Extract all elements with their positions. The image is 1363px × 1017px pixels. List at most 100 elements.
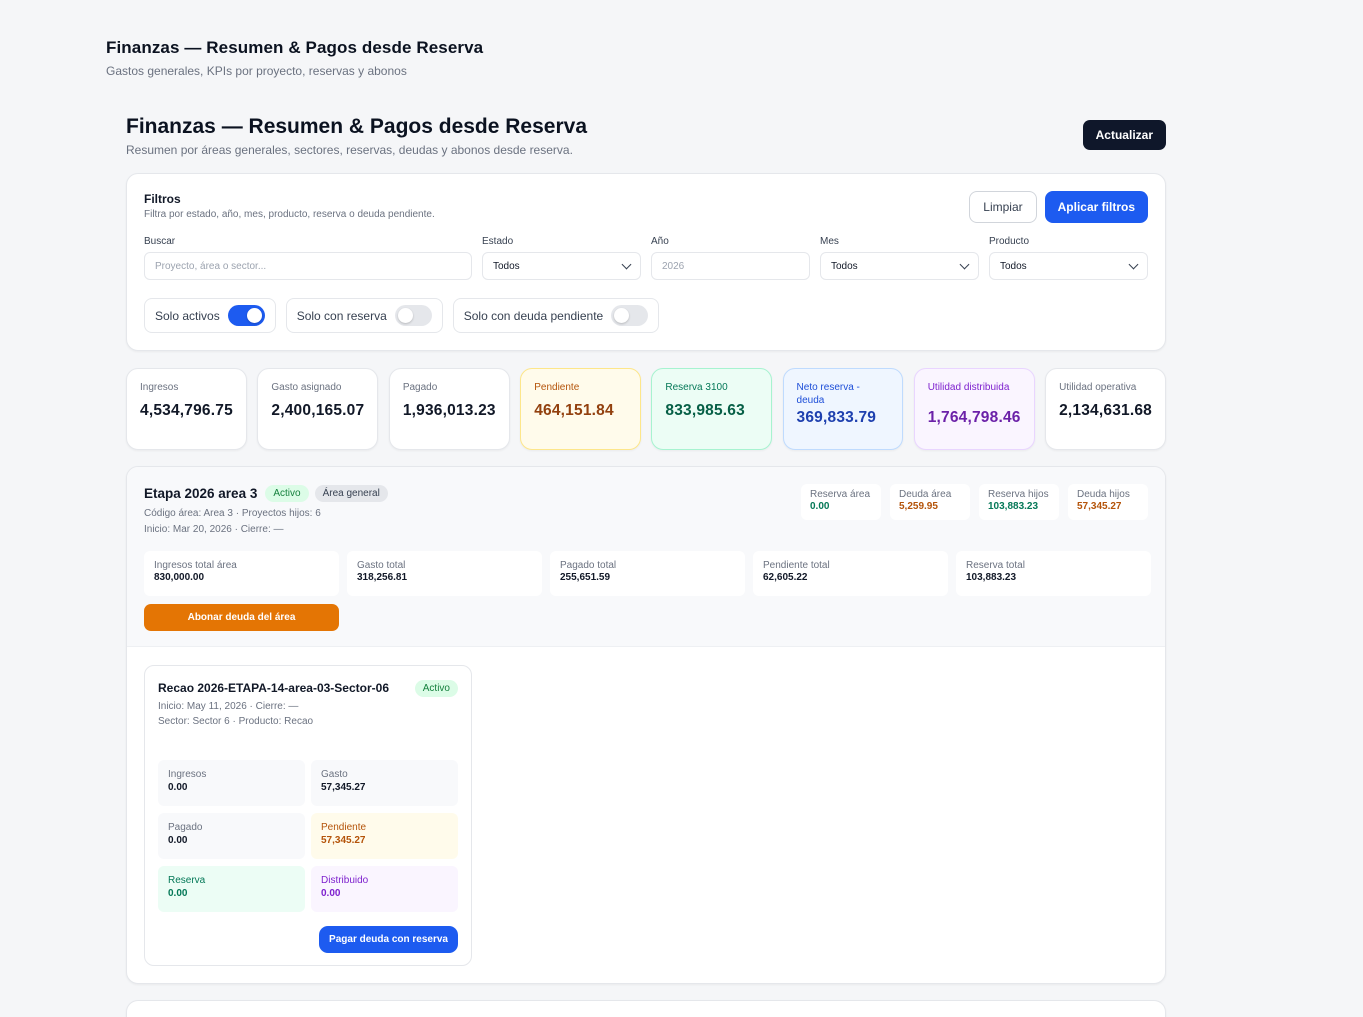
anio-field: Año 2026 [651, 236, 810, 280]
pay-debt-with-reserve-button[interactable]: Pagar deuda con reserva [319, 926, 458, 953]
area-type-badge: Área general [314, 485, 388, 502]
toggle-solo-deuda-pendiente[interactable]: Solo con deuda pendiente [452, 298, 660, 333]
kpi-value: 4,534,796.75 [140, 402, 233, 419]
next-area-card [126, 1000, 1166, 1017]
mes-label: Mes [820, 236, 839, 247]
panel-header: Finanzas — Resumen & Pagos desde Reserva… [126, 112, 1166, 172]
stat-label: Ingresos [168, 769, 207, 780]
project-title: Recao 2026-ETAPA-14-area-03-Sector-06 [158, 681, 389, 695]
mini-value: 0.00 [810, 501, 830, 512]
total-value: 830,000.00 [154, 572, 205, 583]
producto-label: Producto [989, 236, 1030, 247]
area-card: Etapa 2026 area 3 Activo Área general Có… [126, 466, 1166, 984]
kpi-gasto-asignado: Gasto asignado 2,400,165.07 [257, 368, 379, 450]
stat-label: Distribuido [321, 875, 369, 886]
mini-reserva-area: Reserva área 0.00 [801, 484, 881, 520]
kpi-value: 833,985.63 [665, 402, 745, 419]
toggle-solo-con-reserva[interactable]: Solo con reserva [285, 298, 443, 333]
toggle-solo-activos[interactable]: Solo activos [144, 298, 276, 333]
page-title: Finanzas — Resumen & Pagos desde Reserva [106, 38, 484, 57]
mini-value: 57,345.27 [1077, 501, 1122, 512]
kpi-label: Pendiente [534, 382, 580, 393]
producto-select[interactable]: Todos [989, 252, 1148, 280]
kpi-label: Pagado [402, 382, 438, 393]
kpi-value: 2,134,631.68 [1059, 402, 1152, 419]
kpi-label: Neto reserva - deuda [796, 382, 860, 406]
total-label: Pendiente total [763, 560, 830, 571]
stat-label: Pagado [168, 822, 203, 833]
toggle-switch-off[interactable] [611, 305, 649, 326]
toggle-switch-on[interactable] [227, 305, 265, 326]
kpi-pagado: Pagado 1,936,013.23 [388, 368, 510, 450]
finance-panel: Finanzas — Resumen & Pagos desde Reserva… [126, 112, 1166, 1017]
switch-knob [397, 308, 413, 323]
total-pendiente: Pendiente total 62,605.22 [753, 551, 948, 596]
stat-value: 57,345.27 [321, 782, 366, 793]
mini-value: 103,883.23 [988, 501, 1039, 512]
kpi-utilidad-operativa: Utilidad operativa 2,134,631.68 [1045, 368, 1166, 450]
producto-value: Todos [1000, 260, 1027, 272]
project-card: Recao 2026-ETAPA-14-area-03-Sector-06 Ac… [144, 665, 472, 966]
anio-label: Año [651, 236, 669, 247]
project-stats-grid: Ingresos 0.00 Gasto 57,345.27 Pagado 0.0… [158, 760, 458, 912]
total-value: 62,605.22 [763, 572, 808, 583]
apply-filters-button[interactable]: Aplicar filtros [1044, 191, 1148, 223]
kpi-label: Utilidad operativa [1059, 382, 1137, 393]
project-dates-meta: Inicio: May 11, 2026 · Cierre: — [158, 701, 299, 712]
clear-filters-button[interactable]: Limpiar [969, 191, 1037, 223]
stat-reserva: Reserva 0.00 [158, 866, 305, 912]
filter-toggles: Solo activos Solo con reserva Solo con d… [144, 298, 660, 333]
toggle-label: Solo activos [155, 308, 220, 323]
mini-label: Deuda hijos [1077, 489, 1130, 500]
area-dates-meta: Inicio: Mar 20, 2026 · Cierre: — [144, 524, 284, 535]
kpi-value: 369,833.79 [796, 409, 877, 426]
search-field: Buscar Proyecto, área o sector... [144, 236, 472, 280]
stat-distribuido: Distribuido 0.00 [311, 866, 458, 912]
anio-input[interactable]: 2026 [651, 252, 810, 280]
total-value: 103,883.23 [966, 572, 1017, 583]
mes-field: Mes Todos [820, 236, 979, 280]
search-input[interactable]: Proyecto, área o sector... [144, 252, 472, 280]
toggle-switch-off[interactable] [394, 305, 432, 326]
stat-pendiente: Pendiente 57,345.27 [311, 813, 458, 859]
kpi-ingresos: Ingresos 4,534,796.75 [126, 368, 247, 450]
kpi-label: Gasto asignado [271, 382, 342, 393]
stat-value: 0.00 [168, 888, 188, 899]
total-label: Reserva total [966, 560, 1025, 571]
status-badge: Activo [265, 485, 309, 502]
chevron-down-icon [621, 259, 632, 269]
producto-field: Producto Todos [989, 236, 1148, 280]
refresh-button[interactable]: Actualizar [1082, 120, 1166, 150]
page-header: Finanzas — Resumen & Pagos desde Reserva… [106, 38, 483, 78]
total-label: Ingresos total área [154, 560, 237, 571]
kpi-utilidad-distribuida: Utilidad distribuida 1,764,798.46 [913, 368, 1035, 450]
status-badge: Activo [414, 680, 458, 697]
total-pagado: Pagado total 255,651.59 [550, 551, 745, 596]
search-label: Buscar [144, 236, 176, 247]
stat-value: 0.00 [168, 782, 188, 793]
area-mini-stats: Reserva área 0.00 Deuda área 5,259.95 Re… [801, 484, 1148, 520]
pay-area-debt-button[interactable]: Abonar deuda del área [144, 604, 339, 631]
kpi-reserva: Reserva 3100 833,985.63 [651, 368, 773, 450]
total-label: Gasto total [357, 560, 406, 571]
kpi-neto-reserva-deuda: Neto reserva - deuda 369,833.79 [782, 368, 904, 450]
total-gasto: Gasto total 318,256.81 [347, 551, 542, 596]
toggle-label: Solo con reserva [296, 308, 387, 323]
area-summary: Etapa 2026 area 3 Activo Área general Có… [127, 467, 1165, 647]
stat-gasto: Gasto 57,345.27 [311, 760, 458, 806]
mes-select[interactable]: Todos [820, 252, 979, 280]
kpi-label: Ingresos [140, 382, 179, 393]
stat-value: 57,345.27 [321, 835, 366, 846]
panel-subtitle: Resumen por áreas generales, sectores, r… [126, 143, 573, 157]
stat-label: Gasto [321, 769, 348, 780]
estado-label: Estado [482, 236, 514, 247]
estado-select[interactable]: Todos [482, 252, 641, 280]
kpi-label: Reserva 3100 [665, 382, 728, 393]
mini-reserva-hijos: Reserva hijos 103,883.23 [979, 484, 1059, 520]
stat-value: 0.00 [168, 835, 188, 846]
total-value: 318,256.81 [357, 572, 408, 583]
filter-actions: Limpiar Aplicar filtros [969, 191, 1148, 223]
total-ingresos: Ingresos total área 830,000.00 [144, 551, 339, 596]
kpi-label: Utilidad distribuida [927, 382, 1010, 393]
stat-value: 0.00 [321, 888, 341, 899]
